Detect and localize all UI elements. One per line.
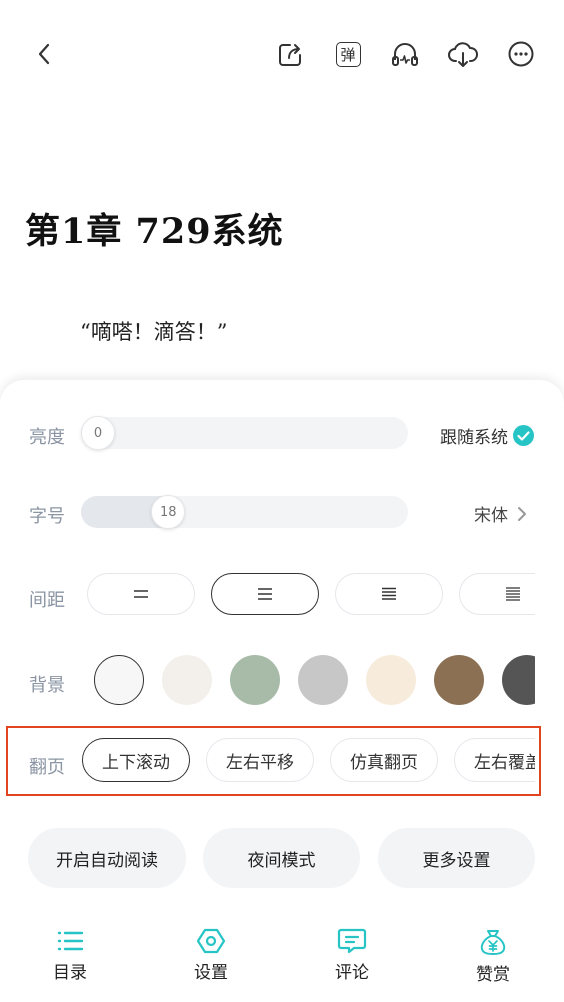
spacing-normal-button[interactable] [211,573,319,615]
spacing-compact-icon [134,590,148,598]
share-icon[interactable] [274,38,306,70]
follow-system-label: 跟随系统 [440,428,508,448]
nav-catalog-label: 目录 [53,963,87,983]
spacing-looser-button[interactable] [459,573,535,615]
page-turn-label: 翻页 [29,757,65,778]
spacing-compact-button[interactable] [87,573,195,615]
background-label: 背景 [29,675,65,696]
brightness-knob[interactable]: 0 [81,416,115,450]
more-settings-button[interactable]: 更多设置 [378,828,535,888]
nav-settings[interactable]: 设置 [171,928,251,983]
spacing-looser-icon [506,587,520,601]
brightness-label: 亮度 [29,427,65,448]
spacing-loose-icon [382,587,396,600]
font-size-value: 18 [160,504,177,520]
page-turn-options: 上下滚动 左右平移 仿真翻页 左右覆盖 [81,738,535,784]
background-swatch[interactable] [94,655,144,705]
check-icon [513,425,534,446]
nav-tip-label: 赞赏 [476,965,510,985]
settings-icon [196,928,226,954]
page-turn-option[interactable]: 仿真翻页 [330,738,438,782]
spacing-label: 间距 [29,590,65,611]
brightness-slider[interactable] [81,417,408,449]
danmaku-icon[interactable]: 弹 [332,38,364,70]
chapter-title: 第1章 729系统 [25,211,284,252]
background-swatch[interactable] [502,655,535,705]
money-bag-icon [480,930,506,955]
chevron-right-icon [518,506,526,521]
page-turn-option[interactable]: 左右覆盖 [454,738,535,782]
brightness-value: 0 [93,425,103,441]
more-icon[interactable] [505,38,537,70]
auto-read-button[interactable]: 开启自动阅读 [28,828,186,888]
page-turn-option[interactable]: 上下滚动 [82,738,190,782]
back-arrow-icon[interactable] [28,38,60,70]
nav-tip[interactable]: 赞赏 [453,928,533,985]
headphones-icon[interactable] [389,38,421,70]
night-mode-button[interactable]: 夜间模式 [203,828,360,888]
follow-system-toggle[interactable]: 跟随系统 [440,423,534,448]
background-swatch[interactable] [162,655,212,705]
top-bar: 弹 [0,0,564,110]
nav-comments-label: 评论 [335,963,369,983]
background-swatch[interactable] [434,655,484,705]
background-options [93,655,535,707]
background-swatch[interactable] [298,655,348,705]
spacing-loose-button[interactable] [335,573,443,615]
background-swatch[interactable] [366,655,416,705]
background-swatch[interactable] [230,655,280,705]
list-icon [57,931,84,951]
cloud-download-icon[interactable] [446,38,480,70]
comment-icon [337,928,367,954]
font-family-link[interactable]: 宋体 [474,501,530,526]
spacing-options [86,573,535,617]
font-family-label: 宋体 [474,506,508,526]
page-turn-option[interactable]: 左右平移 [206,738,314,782]
danmaku-glyph: 弹 [335,41,361,67]
nav-catalog[interactable]: 目录 [30,928,110,983]
nav-settings-label: 设置 [194,963,228,983]
spacing-normal-icon [258,588,272,600]
nav-comments[interactable]: 评论 [312,928,392,983]
font-size-slider[interactable] [81,496,408,528]
chapter-text: “嘀嗒！滴答！” [80,320,228,344]
font-size-label: 字号 [29,506,65,527]
